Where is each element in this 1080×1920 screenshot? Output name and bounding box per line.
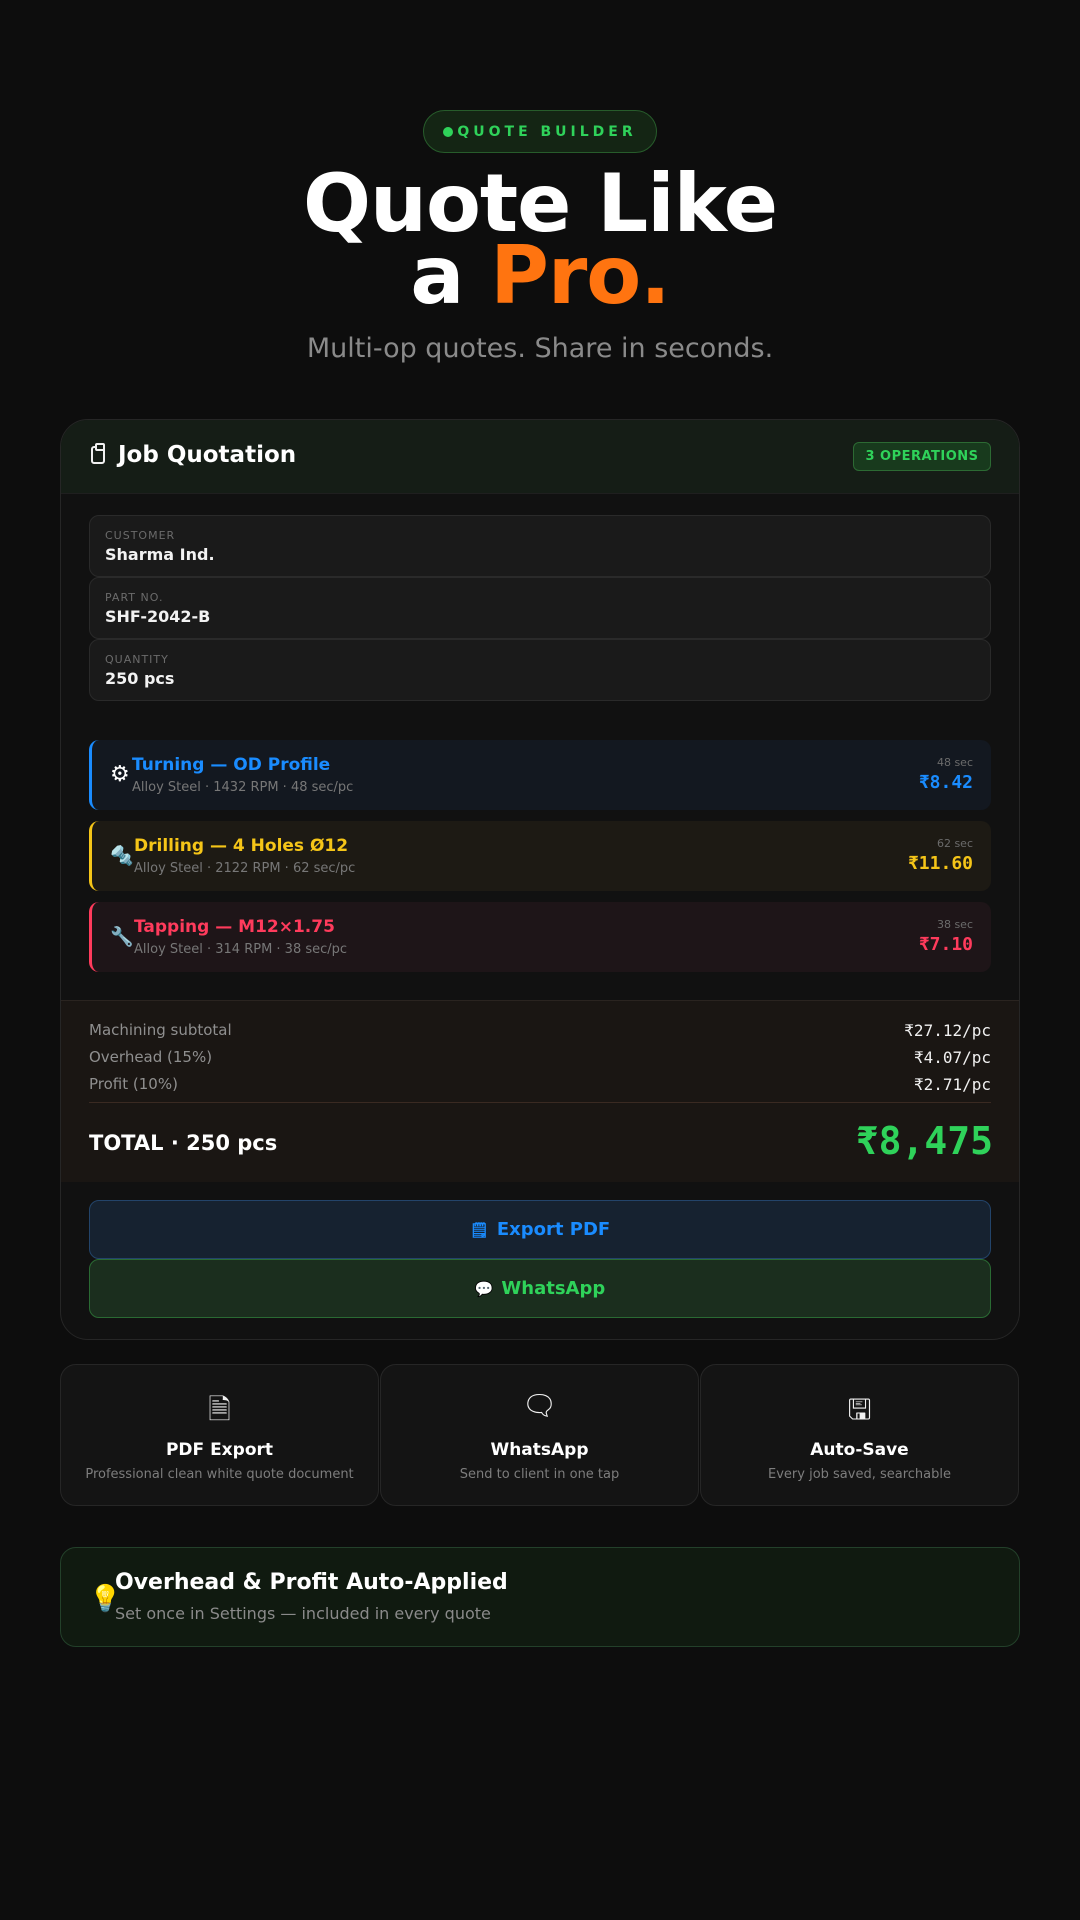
card-title: Job Quotation xyxy=(118,442,297,468)
operation-price: ₹11.60 xyxy=(907,853,973,874)
feature-desc: Professional clean white quote document xyxy=(85,1467,354,1482)
operation-meta: Alloy Steel · 1432 RPM · 48 sec/pc xyxy=(132,780,354,795)
operation-name: Drilling — 4 Holes Ø12 xyxy=(134,836,349,856)
message-icon: 💬 xyxy=(474,1279,494,1298)
hero-title: Quote Like a Pro. xyxy=(0,164,1080,316)
feature-auto-save: 🖫 Auto-Save Every job saved, searchable xyxy=(700,1364,1019,1506)
status-dot-icon xyxy=(443,126,454,137)
card-header: Job Quotation 3 OPERATIONS xyxy=(61,420,1019,494)
summary-label: Machining subtotal xyxy=(89,1021,232,1039)
tap-icon: 🔧 xyxy=(110,926,134,948)
customer-label: CUSTOMER xyxy=(105,529,176,542)
export-pdf-button[interactable]: 🗒 Export PDF xyxy=(89,1200,991,1259)
customer-value: Sharma Ind. xyxy=(105,545,215,564)
job-quotation-card: Job Quotation 3 OPERATIONS CUSTOMER Shar… xyxy=(60,419,1020,1340)
operation-time: 38 sec xyxy=(936,918,973,931)
operation-row-turning[interactable]: ⚙ Turning — OD Profile Alloy Steel · 143… xyxy=(89,740,991,810)
operation-row-drilling[interactable]: 🔩 Drilling — 4 Holes Ø12 Alloy Steel · 2… xyxy=(89,821,991,891)
feature-title: PDF Export xyxy=(165,1440,274,1460)
operations-badge: 3 OPERATIONS xyxy=(853,442,991,471)
summary-row-profit: Profit (10%) ₹2.71/pc xyxy=(89,1075,991,1097)
drill-icon: 🔩 xyxy=(110,845,134,867)
whatsapp-label: WhatsApp xyxy=(501,1278,606,1299)
hero-title-accent: Pro. xyxy=(490,229,670,322)
save-icon: 🖫 xyxy=(847,1393,872,1426)
gear-icon: ⚙ xyxy=(110,762,130,787)
feature-desc: Every job saved, searchable xyxy=(768,1467,951,1482)
operation-name: Turning — OD Profile xyxy=(132,755,331,775)
hero-title-prefix: a xyxy=(410,229,491,322)
feature-desc: Send to client in one tap xyxy=(459,1467,620,1482)
feature-whatsapp: 🗨 WhatsApp Send to client in one tap xyxy=(380,1364,699,1506)
clipboard-icon xyxy=(91,443,105,464)
operation-meta: Alloy Steel · 314 RPM · 38 sec/pc xyxy=(134,942,348,957)
operation-time: 48 sec xyxy=(936,756,973,769)
export-pdf-label: Export PDF xyxy=(496,1219,611,1240)
feature-title: Auto-Save xyxy=(810,1440,909,1460)
total-label: TOTAL · 250 pcs xyxy=(89,1131,278,1155)
operation-row-tapping[interactable]: 🔧 Tapping — M12×1.75 Alloy Steel · 314 R… xyxy=(89,902,991,972)
customer-field[interactable]: CUSTOMER Sharma Ind. xyxy=(89,515,991,577)
message-icon: 🗨 xyxy=(521,1389,558,1422)
part-no-label: PART NO. xyxy=(105,591,164,604)
summary-divider xyxy=(89,1102,991,1103)
feature-title: WhatsApp xyxy=(490,1440,589,1460)
banner-subtitle: Set once in Settings — included in every… xyxy=(115,1604,491,1623)
quantity-field[interactable]: QUANTITY 250 pcs xyxy=(89,639,991,701)
summary-row-overhead: Overhead (15%) ₹4.07/pc xyxy=(89,1048,991,1070)
auto-applied-banner: 💡 Overhead & Profit Auto-Applied Set onc… xyxy=(60,1547,1020,1647)
quantity-label: QUANTITY xyxy=(105,653,169,666)
whatsapp-button[interactable]: 💬 WhatsApp xyxy=(89,1259,991,1318)
document-icon: 🗎 xyxy=(208,1393,231,1426)
part-no-field[interactable]: PART NO. SHF-2042-B xyxy=(89,577,991,639)
summary-label: Profit (10%) xyxy=(89,1075,178,1093)
quote-builder-pill: QUOTE BUILDER xyxy=(423,110,657,153)
operation-price: ₹7.10 xyxy=(918,934,973,955)
pill-label: QUOTE BUILDER xyxy=(457,123,637,140)
quantity-value: 250 pcs xyxy=(105,669,175,688)
operation-meta: Alloy Steel · 2122 RPM · 62 sec/pc xyxy=(134,861,356,876)
hero-subtitle: Multi-op quotes. Share in seconds. xyxy=(306,333,774,364)
total-value: ₹8,475 xyxy=(855,1119,993,1163)
summary-row-subtotal: Machining subtotal ₹27.12/pc xyxy=(89,1021,991,1043)
summary-label: Overhead (15%) xyxy=(89,1048,213,1066)
part-no-value: SHF-2042-B xyxy=(105,607,211,626)
operation-time: 62 sec xyxy=(936,837,973,850)
summary-value: ₹4.07/pc xyxy=(913,1048,991,1067)
operation-name: Tapping — M12×1.75 xyxy=(134,917,335,937)
summary-value: ₹2.71/pc xyxy=(913,1075,991,1094)
hero-title-line2: a Pro. xyxy=(0,236,1080,316)
operation-price: ₹8.42 xyxy=(918,772,973,793)
summary-value: ₹27.12/pc xyxy=(904,1021,991,1040)
banner-title: Overhead & Profit Auto-Applied xyxy=(115,1570,508,1595)
cost-summary: Machining subtotal ₹27.12/pc Overhead (1… xyxy=(61,1000,1019,1182)
document-icon: 🗒 xyxy=(469,1220,489,1239)
feature-pdf-export: 🗎 PDF Export Professional clean white qu… xyxy=(60,1364,379,1506)
